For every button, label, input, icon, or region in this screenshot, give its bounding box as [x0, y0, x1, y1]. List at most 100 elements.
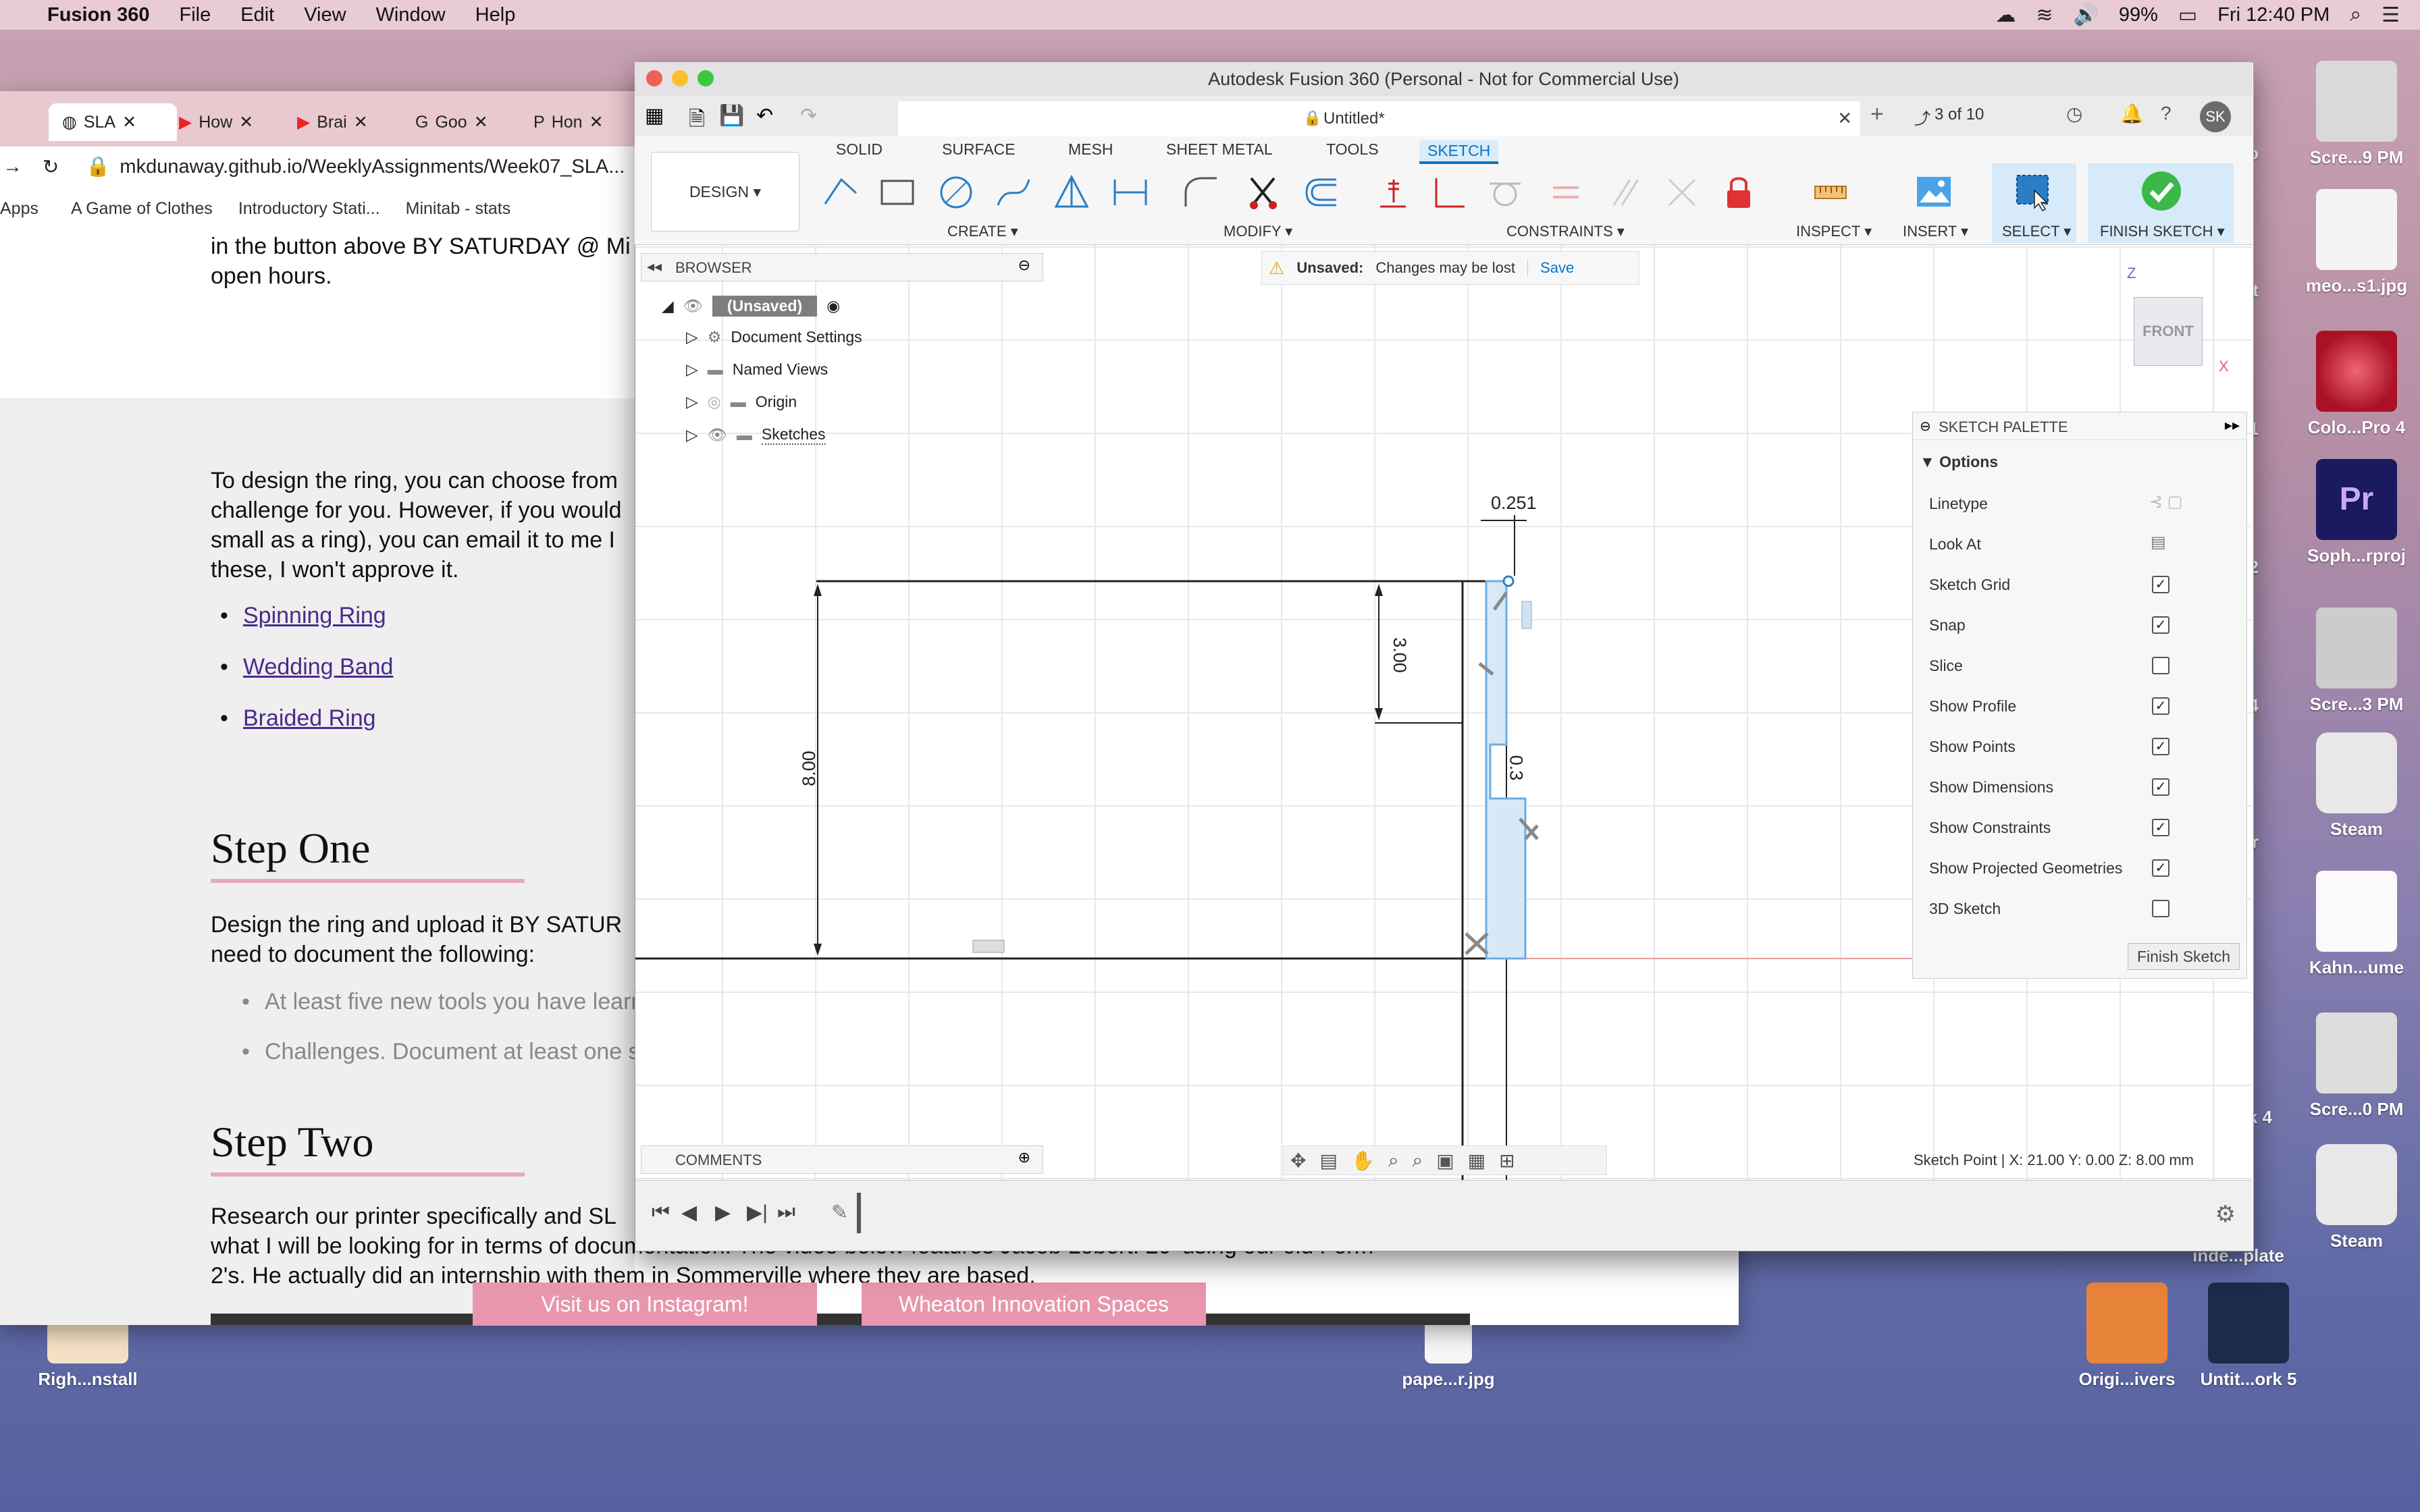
expand-icon[interactable]: ▷: [686, 360, 698, 379]
link-braided-ring[interactable]: Braided Ring: [243, 705, 376, 731]
bookmark-item[interactable]: Minitab - stats: [406, 199, 511, 219]
3d-sketch-checkbox[interactable]: [2152, 900, 2169, 917]
fix-constraint-icon[interactable]: [1719, 173, 1758, 212]
workspace-switcher[interactable]: DESIGN ▾: [651, 152, 799, 232]
show-dimensions-checkbox[interactable]: ✓: [2152, 778, 2169, 796]
tab-sheet-metal[interactable]: SHEET METAL: [1166, 140, 1273, 159]
browser-panel-header[interactable]: ◂◂ BROWSER ⊖: [641, 253, 1043, 281]
forward-icon[interactable]: →: [3, 156, 22, 178]
reload-icon[interactable]: ↻: [43, 155, 59, 179]
desktop-icon[interactable]: Colo...Pro 4: [2296, 331, 2417, 438]
horizontal-vertical-constraint-icon[interactable]: [1373, 173, 1413, 212]
timeline-marker[interactable]: [857, 1193, 861, 1233]
browser-tab[interactable]: ◍ SLA ✕: [49, 103, 177, 141]
eye-icon[interactable]: 👁: [683, 297, 703, 315]
inspect-menu[interactable]: INSPECT ▾: [1796, 223, 1872, 240]
app-grid-icon[interactable]: ▦: [645, 104, 664, 128]
desktop-icon[interactable]: Untit...ork 5: [2188, 1282, 2309, 1390]
measure-tool-icon[interactable]: [1811, 173, 1850, 212]
radio-icon[interactable]: ◉: [826, 297, 840, 315]
show-points-checkbox[interactable]: ✓: [2152, 738, 2169, 755]
desktop-icon[interactable]: Scre...9 PM: [2296, 61, 2417, 168]
bookmark-item[interactable]: Introductory Stati...: [238, 199, 380, 219]
sketch-grid-checkbox[interactable]: ✓: [2152, 576, 2169, 593]
desktop-icon[interactable]: Origi...ivers: [2066, 1282, 2188, 1390]
eye-hidden-icon[interactable]: ◎: [708, 393, 721, 411]
browser-tab[interactable]: G Goo ✕: [415, 103, 488, 141]
rectangle-tool-icon[interactable]: [878, 173, 917, 212]
help-icon[interactable]: ?: [2161, 103, 2172, 124]
browser-tab[interactable]: ▶ How ✕: [179, 103, 253, 141]
display-settings-icon[interactable]: ▣: [1436, 1150, 1454, 1172]
tree-item-named-views[interactable]: ▷ ▬ Named Views: [686, 360, 828, 379]
app-menu[interactable]: Fusion 360: [47, 4, 150, 26]
control-center-icon[interactable]: ☰: [2382, 3, 2400, 27]
tree-item-document-settings[interactable]: ▷ ⚙ Document Settings: [686, 328, 862, 346]
zoom-icon[interactable]: ⌕: [1388, 1150, 1399, 1172]
constraints-menu[interactable]: CONSTRAINTS ▾: [1506, 223, 1625, 240]
spotlight-search-icon[interactable]: ⌕: [2350, 3, 2361, 26]
viewcube[interactable]: FRONT: [2134, 297, 2203, 366]
grid-settings-icon[interactable]: ▦: [1468, 1150, 1485, 1172]
last-step-icon[interactable]: ⏭: [777, 1201, 795, 1224]
trim-tool-icon[interactable]: [1244, 173, 1284, 212]
expand-panel-icon[interactable]: ▸▸: [2225, 416, 2240, 434]
offset-tool-icon[interactable]: [1301, 173, 1340, 212]
look-at-icon[interactable]: ▤: [1319, 1150, 1337, 1172]
first-step-icon[interactable]: ⏮: [652, 1201, 670, 1224]
palette-header[interactable]: ⊖ SKETCH PALETTE ▸▸: [1913, 412, 2246, 440]
close-icon[interactable]: ✕: [239, 112, 253, 132]
arc-tool-icon[interactable]: [994, 173, 1033, 212]
doc-tab[interactable]: 🔒 Untitled* ✕: [898, 101, 1860, 136]
previous-step-icon[interactable]: ◀: [681, 1201, 697, 1224]
finish-sketch-menu[interactable]: FINISH SKETCH ▾: [2100, 223, 2225, 240]
play-icon[interactable]: ▶: [715, 1201, 731, 1224]
fillet-tool-icon[interactable]: [1182, 173, 1221, 212]
select-tool-icon[interactable]: [2014, 173, 2053, 212]
user-avatar[interactable]: SK: [2200, 101, 2231, 132]
close-icon[interactable]: ✕: [354, 112, 368, 132]
slice-checkbox[interactable]: [2152, 657, 2169, 674]
tree-item-origin[interactable]: ▷ ◎ ▬ Origin: [686, 393, 797, 411]
desktop-icon[interactable]: Pr Soph...rproj: [2296, 459, 2417, 566]
coincident-constraint-icon[interactable]: [1662, 173, 1702, 212]
comments-panel-header[interactable]: COMMENTS ⊕: [641, 1145, 1043, 1174]
palette-minimize-icon[interactable]: ⊖: [1920, 418, 1931, 435]
expand-icon[interactable]: ▷: [686, 393, 698, 411]
zoom-window-button[interactable]: [698, 70, 714, 86]
show-constraints-checkbox[interactable]: ✓: [2152, 819, 2169, 836]
video-embed[interactable]: [211, 1314, 1470, 1325]
save-icon[interactable]: 💾: [719, 104, 744, 128]
tree-item-sketches[interactable]: ▷ 👁 ▬ Sketches: [686, 425, 826, 445]
url-field[interactable]: mkdunaway.github.io/WeeklyAssignments/We…: [120, 156, 625, 178]
look-at-icon[interactable]: ▤: [2151, 533, 2166, 552]
settings-gear-icon[interactable]: ⚙: [2215, 1201, 2236, 1228]
expand-icon[interactable]: ▷: [686, 426, 698, 444]
volume-icon[interactable]: 🔊: [2074, 3, 2099, 27]
fit-icon[interactable]: ⌕: [1413, 1150, 1423, 1172]
close-window-button[interactable]: [646, 70, 662, 86]
menu-help[interactable]: Help: [475, 4, 516, 26]
link-spinning-ring[interactable]: Spinning Ring: [243, 603, 386, 628]
create-menu[interactable]: CREATE ▾: [947, 223, 1018, 240]
tree-root[interactable]: ◢ 👁 (Unsaved) ◉: [662, 296, 840, 317]
instagram-button[interactable]: Visit us on Instagram!: [473, 1282, 817, 1326]
dimension-label[interactable]: 0.3: [1505, 755, 1526, 781]
job-status-icon[interactable]: ⤴: [1914, 105, 1930, 129]
close-icon[interactable]: ✕: [589, 112, 604, 132]
panel-minimize-icon[interactable]: ⊖: [1018, 256, 1030, 274]
timeline-sketch-icon[interactable]: ✎: [831, 1201, 848, 1224]
tab-tools[interactable]: TOOLS: [1326, 140, 1379, 159]
wifi-icon[interactable]: ≋: [2036, 3, 2053, 27]
desktop-icon[interactable]: Scre...3 PM: [2296, 608, 2417, 715]
insert-image-icon[interactable]: [1914, 173, 1953, 212]
finish-sketch-icon[interactable]: [2140, 170, 2182, 212]
innovation-spaces-button[interactable]: Wheaton Innovation Spaces: [862, 1282, 1206, 1326]
dimension-label[interactable]: 0.251: [1491, 493, 1537, 514]
battery-percent[interactable]: 99%: [2119, 4, 2158, 26]
insert-menu[interactable]: INSERT ▾: [1903, 223, 1968, 240]
tab-mesh[interactable]: MESH: [1068, 140, 1113, 159]
file-icon[interactable]: 🗎: [689, 104, 705, 138]
expand-icon[interactable]: ▷: [686, 328, 698, 346]
browser-tab[interactable]: P Hon ✕: [533, 103, 604, 141]
